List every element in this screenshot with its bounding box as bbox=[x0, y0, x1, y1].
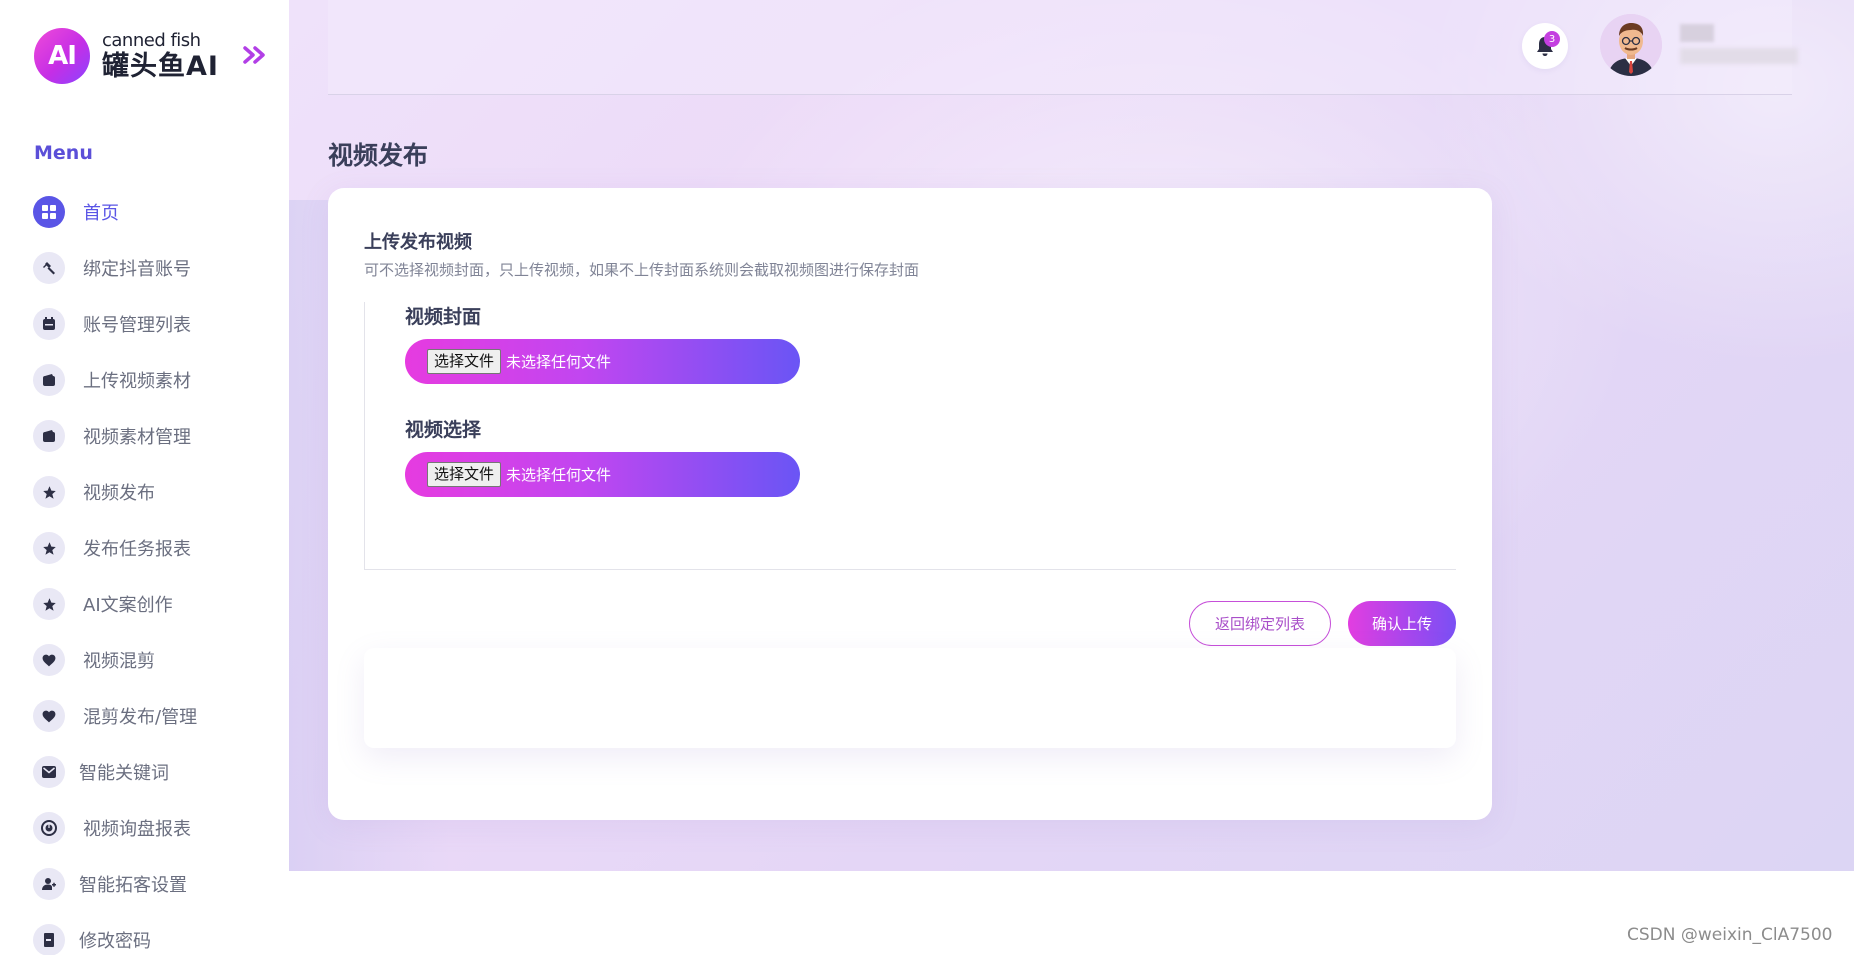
sidebar-item-label: AI文案创作 bbox=[83, 595, 173, 616]
dashboard-icon bbox=[33, 196, 65, 228]
sidebar-item-label: 首页 bbox=[83, 203, 119, 224]
sidebar-item-upload-material[interactable]: 上传视频素材 bbox=[33, 352, 273, 408]
sidebar-item-material-manage[interactable]: 视频素材管理 bbox=[33, 408, 273, 464]
sidebar-item-label: 上传视频素材 bbox=[83, 371, 191, 392]
notification-badge: 3 bbox=[1544, 31, 1560, 47]
sidebar-item-label: 修改密码 bbox=[79, 931, 151, 952]
avatar-illustration bbox=[1600, 14, 1662, 76]
sidebar-nav: 首页 绑定抖音账号 账号管理列表 上传视频素材 视频素材管理 视频发布 发布任务… bbox=[33, 184, 273, 955]
double-chevron-right-icon bbox=[243, 46, 265, 64]
sidebar-item-label: 视频素材管理 bbox=[83, 427, 191, 448]
sidebar-item-label: 混剪发布/管理 bbox=[83, 707, 198, 728]
calendar-icon bbox=[33, 308, 65, 340]
video-field-label: 视频选择 bbox=[405, 419, 482, 441]
upload-card: 上传发布视频 可不选择视频封面，只上传视频，如果不上传封面系统则会截取视频图进行… bbox=[328, 188, 1492, 820]
sidebar: AI canned fish 罐头鱼AI Menu 首页 绑定抖音账号 账号管理… bbox=[0, 0, 289, 955]
sidebar-item-label: 智能拓客设置 bbox=[79, 875, 187, 896]
sidebar-item-label: 发布任务报表 bbox=[83, 539, 191, 560]
cover-field-label: 视频封面 bbox=[405, 306, 482, 328]
door-icon bbox=[33, 924, 65, 955]
top-header bbox=[328, 0, 1792, 94]
sidebar-item-video-mix[interactable]: 视频混剪 bbox=[33, 632, 273, 688]
sidebar-item-label: 视频混剪 bbox=[83, 651, 155, 672]
sidebar-item-change-password[interactable]: 修改密码 bbox=[33, 912, 273, 955]
envelope-icon bbox=[33, 756, 65, 788]
sidebar-item-ai-copywriting[interactable]: AI文案创作 bbox=[33, 576, 273, 632]
brand-text: canned fish 罐头鱼AI bbox=[102, 30, 219, 82]
star-icon bbox=[33, 532, 65, 564]
sidebar-item-account-list[interactable]: 账号管理列表 bbox=[33, 296, 273, 352]
result-panel bbox=[364, 648, 1456, 748]
user-avatar[interactable] bbox=[1600, 14, 1662, 76]
sidebar-item-mix-publish[interactable]: 混剪发布/管理 bbox=[33, 688, 273, 744]
upload-form: 视频封面 选择文件 未选择任何文件 视频选择 选择文件 未选择任何文件 bbox=[364, 302, 1456, 570]
brand-name-en: canned fish bbox=[102, 30, 201, 51]
footer-area bbox=[289, 871, 1854, 955]
confirm-upload-button[interactable]: 确认上传 bbox=[1348, 601, 1456, 646]
user-info-blurred[interactable] bbox=[1678, 22, 1798, 70]
card-title: 上传发布视频 bbox=[364, 232, 472, 253]
cover-file-status: 未选择任何文件 bbox=[506, 353, 612, 371]
sidebar-item-video-publish[interactable]: 视频发布 bbox=[33, 464, 273, 520]
star-icon bbox=[33, 476, 65, 508]
heart-icon bbox=[33, 700, 65, 732]
user-role-blur bbox=[1680, 48, 1798, 64]
sidebar-item-label: 绑定抖音账号 bbox=[83, 259, 191, 280]
menu-title: Menu bbox=[34, 142, 93, 164]
wallet-icon bbox=[33, 420, 65, 452]
sidebar-item-task-report[interactable]: 发布任务报表 bbox=[33, 520, 273, 576]
notification-button[interactable]: 3 bbox=[1522, 23, 1568, 69]
video-file-input[interactable]: 选择文件 未选择任何文件 bbox=[405, 452, 800, 497]
header-divider bbox=[328, 94, 1792, 95]
brand-logo[interactable]: AI canned fish 罐头鱼AI bbox=[34, 26, 219, 86]
logo-mark: AI bbox=[34, 28, 90, 84]
sidebar-item-label: 视频询盘报表 bbox=[83, 819, 191, 840]
brand-name-cn: 罐头鱼AI bbox=[102, 51, 219, 82]
back-to-bind-list-button[interactable]: 返回绑定列表 bbox=[1189, 601, 1331, 646]
user-plus-icon bbox=[33, 868, 65, 900]
wallet-icon bbox=[33, 364, 65, 396]
sidebar-item-label: 智能关键词 bbox=[79, 763, 169, 784]
hammer-icon bbox=[33, 252, 65, 284]
sidebar-item-customer-settings[interactable]: 智能拓客设置 bbox=[33, 856, 273, 912]
sidebar-item-label: 视频发布 bbox=[83, 483, 155, 504]
cover-file-input[interactable]: 选择文件 未选择任何文件 bbox=[405, 339, 800, 384]
video-choose-file-button[interactable]: 选择文件 bbox=[427, 462, 502, 487]
sidebar-item-bind-douyin[interactable]: 绑定抖音账号 bbox=[33, 240, 273, 296]
watermark: CSDN @weixin_ClA7500 bbox=[1627, 925, 1833, 945]
user-name-blur bbox=[1680, 24, 1714, 42]
sidebar-item-keywords[interactable]: 智能关键词 bbox=[33, 744, 273, 800]
collapse-sidebar-button[interactable] bbox=[240, 42, 270, 68]
cover-choose-file-button[interactable]: 选择文件 bbox=[427, 349, 502, 374]
video-file-status: 未选择任何文件 bbox=[506, 466, 612, 484]
clock-icon bbox=[33, 812, 65, 844]
sidebar-item-inquiry-report[interactable]: 视频询盘报表 bbox=[33, 800, 273, 856]
heart-icon bbox=[33, 644, 65, 676]
page-title: 视频发布 bbox=[328, 141, 429, 170]
card-subtitle: 可不选择视频封面，只上传视频，如果不上传封面系统则会截取视频图进行保存封面 bbox=[364, 261, 920, 279]
sidebar-item-label: 账号管理列表 bbox=[83, 315, 191, 336]
star-icon bbox=[33, 588, 65, 620]
sidebar-item-home[interactable]: 首页 bbox=[33, 184, 273, 240]
